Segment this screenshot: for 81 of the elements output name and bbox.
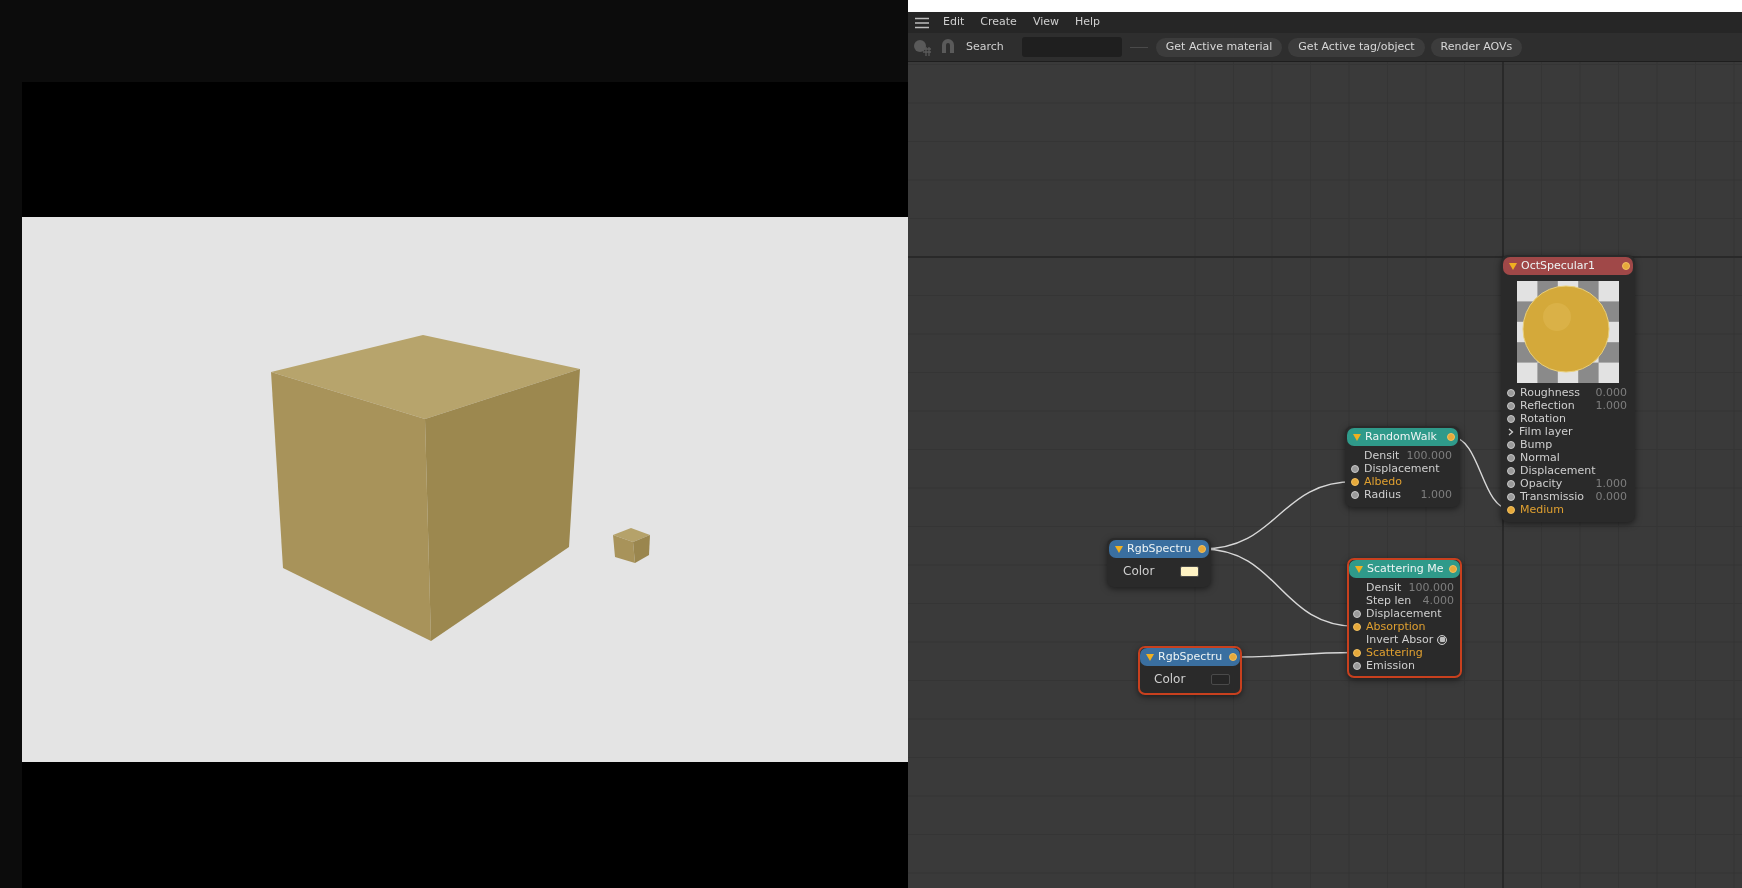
input-pin[interactable] [1351,464,1359,473]
menu-item[interactable]: Help [1069,14,1107,31]
input-pin[interactable] [1353,609,1361,618]
port-value: 0.000 [1595,386,1627,399]
node-title: RgbSpectru [1158,648,1223,665]
port-label: Albedo [1364,475,1403,488]
port-label: Film layer [1519,425,1573,438]
node-title: OctSpecular1 [1521,257,1596,274]
toolbar-button[interactable]: Render AOVs [1430,37,1523,57]
port-label: Radius [1364,488,1401,501]
input-pin[interactable] [1351,490,1359,499]
port-label: Absorption [1366,620,1426,633]
port-label: Color [1154,671,1186,688]
color-swatch[interactable] [1180,565,1199,577]
output-pin[interactable] [1229,653,1237,661]
output-pin[interactable] [1622,262,1630,270]
toolbar-button[interactable]: Get Active tag/object [1288,37,1425,57]
port-label: Displacement [1366,607,1442,620]
node-header[interactable]: RgbSpectru [1140,648,1240,666]
chevron-icon[interactable] [1508,427,1514,436]
port-label: Transmissio [1520,490,1585,503]
graph-node[interactable]: RgbSpectru Color [1107,538,1211,587]
toggle-checkbox[interactable] [1437,634,1448,645]
port-value: 100.000 [1408,581,1454,594]
input-pin[interactable] [1507,479,1515,488]
node-header[interactable]: OctSpecular1 [1503,257,1633,275]
port-label: Emission [1366,659,1415,672]
collapse-triangle-icon[interactable] [1146,653,1154,661]
port-label: Step len [1366,594,1412,607]
input-pin[interactable] [1507,492,1515,501]
port-label: Medium [1520,503,1564,516]
graph-node[interactable]: RgbSpectru Color [1138,646,1242,695]
input-pin[interactable] [1507,466,1515,475]
port-value: 1.000 [1595,477,1627,490]
port-label: Densit [1364,449,1400,462]
graph-node[interactable]: OctSpecular1 Roughness 0.000 Reflection 1.000 Rotation Film layer Bump Normal Displacement Opacity 1.000 Transmissio 0.000 Medium [1501,255,1635,522]
input-pin[interactable] [1353,661,1361,670]
port-value: 4.000 [1422,594,1454,607]
node-title: Scattering Me [1367,560,1444,577]
menu-item[interactable]: Edit [937,14,971,31]
port-label: Densit [1366,581,1402,594]
port-label: Rotation [1520,412,1566,425]
graph-node[interactable]: RandomWalk Densit 100.000 Displacement Albedo Radius 1.000 [1345,426,1460,507]
input-pin[interactable] [1507,505,1515,514]
port-value: 0.000 [1595,490,1627,503]
port-value: 100.000 [1406,449,1452,462]
port-value: 1.000 [1595,399,1627,412]
port-label: Color [1123,563,1155,580]
output-pin[interactable] [1198,545,1206,553]
input-pin[interactable] [1353,648,1361,657]
port-label: Invert Absor [1366,633,1434,646]
port-label: Normal [1520,451,1560,464]
port-label: Opacity [1520,477,1563,490]
collapse-triangle-icon[interactable] [1509,262,1517,270]
input-pin[interactable] [1507,453,1515,462]
input-pin[interactable] [1353,622,1361,631]
color-swatch[interactable] [1211,673,1230,685]
input-pin[interactable] [1351,477,1359,486]
port-label: Displacement [1520,464,1596,477]
input-pin[interactable] [1507,388,1515,397]
input-pin[interactable] [1507,414,1515,423]
node-title: RandomWalk [1365,428,1437,445]
graph-node[interactable]: Scattering Me Densit 100.000 Step len 4.000 Displacement Absorption Invert Absor Scattering Emission [1347,558,1462,678]
port-value: 1.000 [1420,488,1452,501]
menu-item[interactable]: Create [974,14,1023,31]
port-label: Displacement [1364,462,1440,475]
menu-item[interactable]: View [1026,14,1065,31]
node-title: RgbSpectru [1127,540,1192,557]
port-label: Reflection [1520,399,1575,412]
toolbar-button[interactable]: Get Active material [1155,37,1283,57]
node-grid-icon[interactable] [912,37,932,57]
node-header[interactable]: RgbSpectru [1109,540,1209,558]
node-canvas[interactable] [908,62,1742,888]
input-pin[interactable] [1507,440,1515,449]
port-label: Roughness [1520,386,1580,399]
collapse-triangle-icon[interactable] [1115,545,1123,553]
port-label: Scattering [1366,646,1423,659]
input-pin[interactable] [1507,401,1515,410]
search-label: Search [966,38,1004,55]
port-label: Bump [1520,438,1553,451]
menu-icon[interactable] [914,16,930,29]
